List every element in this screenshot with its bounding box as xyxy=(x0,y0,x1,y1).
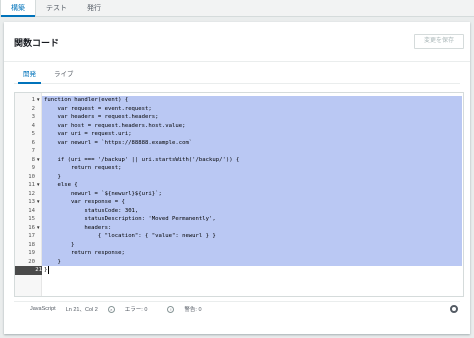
cursor-position: Ln 21、Col 2 xyxy=(65,306,98,313)
line-number: 18 xyxy=(28,241,35,248)
error-icon: × xyxy=(107,305,115,313)
error-count[interactable]: × エラー: 0 xyxy=(107,305,158,313)
line-number: 3 xyxy=(31,114,35,120)
line-number: 6 xyxy=(31,139,35,146)
line-number: 9 xyxy=(31,165,35,171)
line-number: 20 xyxy=(28,258,35,265)
line-number: 11 xyxy=(28,182,35,188)
editor-status-bar: JavaScript Ln 21、Col 2 × エラー: 0 ! 警告: 0 xyxy=(14,301,460,315)
line-number: 12 xyxy=(28,190,35,197)
line-number: 16 xyxy=(28,224,35,231)
code-area[interactable]: function handler(event) { var request = … xyxy=(42,93,463,296)
code-line: statusCode: 301, xyxy=(44,207,139,214)
code-line: { "location": { "value": newurl } } xyxy=(44,233,216,239)
code-line: var response = { xyxy=(44,199,125,205)
fold-arrow-icon[interactable]: ▼ xyxy=(36,224,40,233)
line-number: 4 xyxy=(31,122,35,129)
code-line: } xyxy=(44,258,61,265)
code-line: var headers = request.headers; xyxy=(44,114,159,120)
tab-development[interactable]: 開発 xyxy=(14,66,45,84)
line-number: 7 xyxy=(31,148,35,154)
tab-live[interactable]: ライブ xyxy=(45,66,83,83)
code-line: statusDescription: 'Moved Permanently', xyxy=(44,216,216,222)
text-cursor xyxy=(48,266,49,274)
fold-arrow-icon[interactable]: ▼ xyxy=(36,181,40,190)
line-number: 15 xyxy=(28,216,35,222)
line-number: 14 xyxy=(28,207,35,214)
language-indicator: JavaScript xyxy=(30,305,56,312)
code-line: else { xyxy=(44,182,78,188)
line-number: 8 xyxy=(31,156,35,163)
code-line: } xyxy=(44,241,75,248)
code-line: newurl = `${newurl}${uri}`; xyxy=(44,190,162,197)
line-number: 2 xyxy=(31,105,35,112)
line-number: 13 xyxy=(28,199,35,205)
warning-count-label: 警告: 0 xyxy=(184,306,202,313)
line-number: 1 xyxy=(31,97,35,103)
fold-arrow-icon[interactable]: ▼ xyxy=(36,198,40,207)
panel-title: 関数コード xyxy=(14,38,60,48)
line-number: 17 xyxy=(28,233,35,239)
line-number: 10 xyxy=(28,173,35,180)
tab-test[interactable]: テスト xyxy=(36,0,77,16)
code-line: if (uri === '/backup' || uri.startsWith(… xyxy=(44,156,240,163)
fold-arrow-icon[interactable]: ▼ xyxy=(36,96,40,105)
tab-publish[interactable]: 発行 xyxy=(77,0,111,16)
line-number-gutter: 1 ▼ 2 3 4 5 6 7 8 ▼ 9 10 11 ▼ 12 13 ▼ 14 15 16 ▼ 17 18 19 20 21 xyxy=(15,93,42,296)
code-line: return response; xyxy=(44,250,125,256)
top-tab-bar: 構築 テスト 発行 xyxy=(0,0,474,17)
error-count-label: エラー: 0 xyxy=(124,306,148,313)
fold-arrow-icon[interactable]: ▼ xyxy=(36,156,40,165)
code-line: var host = request.headers.host.value; xyxy=(44,122,186,129)
code-line: var uri = request.uri; xyxy=(44,131,132,137)
save-changes-button[interactable]: 変更を保存 xyxy=(414,34,464,49)
code-line: function handler(event) { xyxy=(44,97,129,103)
code-line: var request = event.request; xyxy=(44,105,152,112)
panel-header: 関数コード 変更を保存 xyxy=(4,22,470,62)
line-number: 19 xyxy=(28,250,35,256)
line-number: 5 xyxy=(31,131,35,137)
code-line: headers: xyxy=(44,224,112,231)
warning-icon: ! xyxy=(167,305,175,313)
line-number: 21 xyxy=(15,266,42,275)
warning-count[interactable]: ! 警告: 0 xyxy=(167,305,211,313)
code-line: return request; xyxy=(44,165,122,171)
code-editor[interactable]: 1 ▼ 2 3 4 5 6 7 8 ▼ 9 10 11 ▼ 12 13 ▼ 14 15 16 ▼ 17 18 19 20 21 f… xyxy=(14,92,464,297)
code-line: } xyxy=(44,173,61,180)
tab-build[interactable]: 構築 xyxy=(0,0,36,17)
stage-tab-bar: 開発 ライブ xyxy=(14,66,460,84)
code-line: } xyxy=(44,267,48,273)
gear-icon[interactable] xyxy=(450,305,458,313)
code-line: var newurl = `https://88888.example.com` xyxy=(44,139,193,146)
